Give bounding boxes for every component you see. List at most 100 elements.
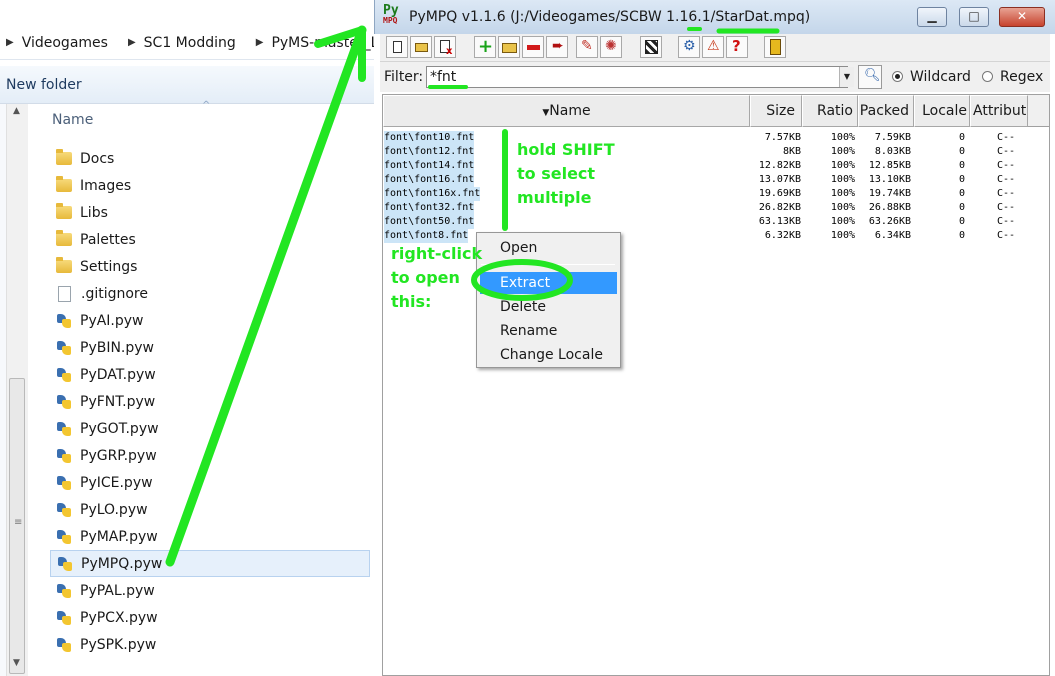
breadcrumb-arrow-icon[interactable]: ▶: [128, 37, 136, 48]
column-header-size[interactable]: Size: [750, 95, 802, 127]
remove-file-button[interactable]: [522, 36, 544, 58]
attributes-cell: C--: [997, 202, 1016, 213]
list-item[interactable]: Palettes: [50, 226, 370, 253]
wildcard-label[interactable]: Wildcard: [910, 69, 971, 85]
column-header-attributes[interactable]: Attribut: [970, 95, 1028, 127]
list-item[interactable]: PyLO.pyw: [50, 496, 370, 523]
column-header-locale[interactable]: Locale: [914, 95, 970, 127]
maximize-icon: □: [968, 9, 980, 23]
column-header-name[interactable]: Name: [52, 112, 93, 128]
address-bar[interactable]: ▶ Videogames ▶ SC1 Modding ▶ PyMS-master…: [0, 26, 374, 60]
close-icon: ✕: [1016, 9, 1028, 23]
list-item-label: .gitignore: [81, 285, 148, 302]
list-item[interactable]: PyPAL.pyw: [50, 577, 370, 604]
menu-item-delete[interactable]: Delete: [480, 296, 617, 318]
navigation-scrollbar[interactable]: ▲ ≡ ▼: [6, 104, 28, 676]
folder-open-icon: [502, 43, 517, 53]
list-item[interactable]: PyDAT.pyw: [50, 361, 370, 388]
locale-cell: 0: [958, 216, 965, 227]
breadcrumb-arrow-icon[interactable]: ▶: [6, 37, 14, 48]
table-row[interactable]: font\font16x.fnt 19.69KB 100% 19.74KB 0 C--: [383, 187, 1049, 201]
close-button[interactable]: ✕: [999, 7, 1045, 27]
help-button[interactable]: ?: [726, 36, 748, 58]
new-file-icon: [393, 41, 402, 53]
main-toolbar: x + ➨ ✎ ✺ ⚙ ⚠ ?: [380, 34, 1050, 62]
document-icon: [58, 285, 71, 302]
breadcrumb-sc1-modding[interactable]: SC1 Modding: [144, 35, 236, 51]
list-item[interactable]: PyMPQ.pyw: [50, 550, 370, 577]
list-item[interactable]: Libs: [50, 199, 370, 226]
app-icon-subtext: MPQ: [383, 16, 398, 25]
regex-radio[interactable]: [982, 71, 993, 82]
add-file-button[interactable]: +: [474, 36, 496, 58]
locale-cell: 0: [958, 174, 965, 185]
maximize-button[interactable]: □: [959, 7, 989, 27]
open-file-button[interactable]: [410, 36, 432, 58]
packed-cell: 12.85KB: [868, 160, 911, 171]
list-item[interactable]: PyGRP.pyw: [50, 442, 370, 469]
list-item[interactable]: PyICE.pyw: [50, 469, 370, 496]
list-item-label: Settings: [80, 258, 138, 275]
packed-cell: 13.10KB: [868, 174, 911, 185]
list-item[interactable]: Settings: [50, 253, 370, 280]
new-folder-button[interactable]: New folder: [6, 77, 82, 93]
title-bar[interactable]: Py MPQ PyMPQ v1.1.6 (J:/Videogames/SCBW …: [374, 0, 1055, 34]
column-header-ratio[interactable]: Ratio: [802, 95, 858, 127]
filter-input[interactable]: [426, 66, 848, 88]
regex-label[interactable]: Regex: [1000, 69, 1043, 85]
menu-item-open[interactable]: Open: [480, 237, 617, 259]
table-row[interactable]: font\font16.fnt 13.07KB 100% 13.10KB 0 C--: [383, 173, 1049, 187]
register-button[interactable]: ⚙: [678, 36, 700, 58]
table-row[interactable]: font\font10.fnt 7.57KB 100% 7.59KB 0 C--: [383, 131, 1049, 145]
column-header-name[interactable]: ▼Name: [383, 95, 750, 127]
list-item[interactable]: PyPCX.pyw: [50, 604, 370, 631]
breadcrumb-videogames[interactable]: Videogames: [22, 35, 108, 51]
mpq-settings-button[interactable]: [640, 36, 662, 58]
table-row[interactable]: font\font12.fnt 8KB 100% 8.03KB 0 C--: [383, 145, 1049, 159]
table-row[interactable]: font\font32.fnt 26.82KB 100% 26.88KB 0 C--: [383, 201, 1049, 215]
app-icon-text: Py: [383, 3, 399, 18]
list-item[interactable]: PySPK.pyw: [50, 631, 370, 658]
breadcrumb-pyms-master[interactable]: PyMS-master_LO: [271, 35, 374, 51]
menu-item-extract[interactable]: Extract: [480, 272, 617, 294]
list-item[interactable]: Docs: [50, 145, 370, 172]
file-explorer-window: ▶ Videogames ▶ SC1 Modding ▶ PyMS-master…: [0, 0, 374, 676]
exit-button[interactable]: [764, 36, 786, 58]
search-button[interactable]: 🔍︎: [858, 65, 882, 89]
breadcrumb-arrow-icon[interactable]: ▶: [256, 37, 264, 48]
import-button[interactable]: ➨: [546, 36, 568, 58]
list-item[interactable]: PyMAP.pyw: [50, 523, 370, 550]
annotation-line: this:: [391, 292, 432, 311]
annotation-line: hold SHIFT: [517, 140, 615, 159]
menu-item-change-locale[interactable]: Change Locale: [480, 344, 617, 366]
new-file-button[interactable]: [386, 36, 408, 58]
scroll-up-icon[interactable]: ▲: [13, 106, 20, 116]
list-item[interactable]: .gitignore: [50, 280, 370, 307]
ratio-cell: 100%: [830, 188, 855, 199]
table-row[interactable]: font\font50.fnt 63.13KB 100% 63.26KB 0 C--: [383, 215, 1049, 229]
help-about-button[interactable]: ⚠: [702, 36, 724, 58]
python-file-icon: [56, 367, 72, 383]
packed-cell: 63.26KB: [868, 216, 911, 227]
explorer-toolbar: New folder: [0, 66, 374, 104]
list-item[interactable]: PyAI.pyw: [50, 307, 370, 334]
edit-button[interactable]: ✎: [576, 36, 598, 58]
list-item[interactable]: Images: [50, 172, 370, 199]
minimize-button[interactable]: ▁: [917, 7, 947, 27]
scroll-down-icon[interactable]: ▼: [13, 658, 20, 668]
scrollbar-thumb[interactable]: ≡: [9, 378, 25, 674]
menu-item-rename[interactable]: Rename: [480, 320, 617, 342]
file-name-cell: font\font14.fnt: [384, 159, 475, 173]
list-item[interactable]: PyGOT.pyw: [50, 415, 370, 442]
sort-ascending-icon: ^: [202, 100, 211, 111]
column-header-packed[interactable]: Packed: [858, 95, 914, 127]
list-item[interactable]: PyFNT.pyw: [50, 388, 370, 415]
context-menu: Open Extract Delete Rename Change Locale: [476, 232, 621, 368]
open-folder-button[interactable]: [498, 36, 520, 58]
settings-button[interactable]: ✺: [600, 36, 622, 58]
wildcard-radio[interactable]: [892, 71, 903, 82]
close-file-button[interactable]: x: [434, 36, 456, 58]
table-row[interactable]: font\font14.fnt 12.82KB 100% 12.85KB 0 C--: [383, 159, 1049, 173]
list-item[interactable]: PyBIN.pyw: [50, 334, 370, 361]
filter-dropdown-button[interactable]: ▼: [839, 67, 854, 87]
